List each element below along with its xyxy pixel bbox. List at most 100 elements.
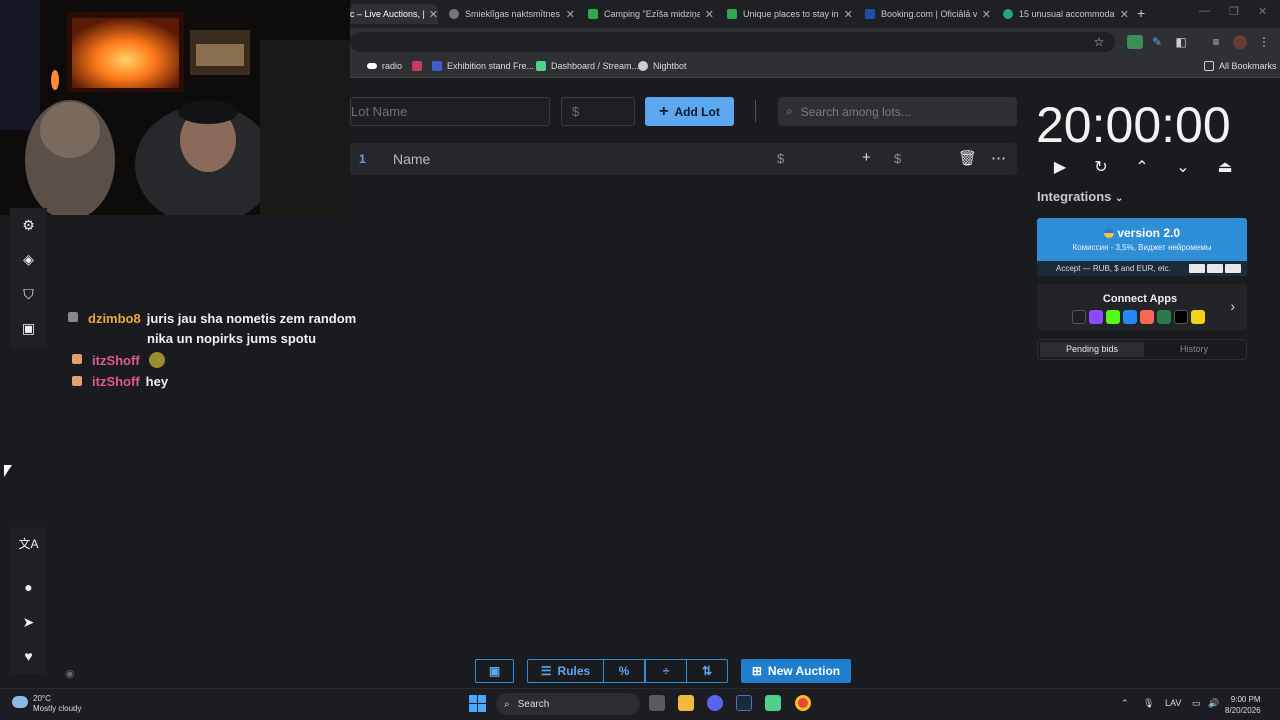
volume-icon[interactable]: 🔊 xyxy=(1208,698,1219,709)
rules-button[interactable]: ☰ Rules xyxy=(527,659,604,683)
telegram-icon[interactable]: ➤ xyxy=(10,614,47,634)
lot-row: 1 Name $ + $ 🗑 ⋯ xyxy=(350,143,1017,175)
close-tab-icon[interactable]: ✕ xyxy=(982,8,991,21)
browser-tab[interactable]: Booking.com | Oficiālā vie ✕ xyxy=(865,4,991,24)
webcam-overlay xyxy=(0,0,350,215)
donation-integration-card[interactable]: version 2.0 Комиссия - 3,5%, Виджет нейр… xyxy=(1037,218,1247,276)
donatepay-icon xyxy=(1140,310,1154,324)
bookmark-nightbot[interactable]: Nightbot xyxy=(638,61,687,71)
language-indicator[interactable]: LAV xyxy=(1165,698,1181,708)
bookmark-label: radio xyxy=(382,61,403,71)
close-tab-icon[interactable]: ✕ xyxy=(566,8,575,21)
translate-extension-icon[interactable]: ✎ xyxy=(1150,35,1164,49)
translate-icon[interactable]: 文A xyxy=(10,535,47,555)
chevron-up-icon[interactable]: ⌃ xyxy=(1132,157,1152,177)
sort-icon[interactable]: ⇅ xyxy=(686,659,728,683)
close-tab-icon[interactable]: ✕ xyxy=(844,8,853,21)
close-window-icon[interactable]: ✕ xyxy=(1258,5,1267,18)
percent-button[interactable]: % xyxy=(603,659,645,683)
bookmark-exhibition[interactable]: Exhibition stand Fre... xyxy=(432,61,534,71)
lot-search-input[interactable]: ⌕ Search among lots... xyxy=(778,97,1017,126)
kick-icon xyxy=(1106,310,1120,324)
chevron-down-icon: ⌄ xyxy=(1115,193,1124,204)
close-tab-icon[interactable]: ✕ xyxy=(705,8,714,21)
weather-desc: Mostly cloudy xyxy=(33,704,82,713)
taskbar-clock[interactable]: 9:00 PM 8/20/2026 xyxy=(1225,694,1261,716)
extension-icon[interactable] xyxy=(1127,35,1143,49)
plus-icon: + xyxy=(659,102,669,120)
minimize-icon[interactable]: — xyxy=(1199,5,1210,17)
network-icon[interactable]: ▭ xyxy=(1192,698,1201,709)
steam-icon[interactable] xyxy=(736,695,752,711)
tab-history[interactable]: History xyxy=(1144,342,1244,357)
tray-chevron-up-icon[interactable]: ⌃ xyxy=(1121,698,1129,709)
trash-icon[interactable]: 🗑 xyxy=(958,149,977,167)
lot-name[interactable]: Name xyxy=(393,151,430,167)
close-tab-icon[interactable]: ✕ xyxy=(1120,8,1129,21)
close-tab-icon[interactable]: ✕ xyxy=(429,8,438,21)
lot-extra-amount[interactable]: $ xyxy=(894,151,901,166)
connect-apps-card[interactable]: Connect Apps › xyxy=(1037,284,1247,330)
3d-icon xyxy=(432,61,442,71)
streamlabs-icon[interactable] xyxy=(765,695,781,711)
tab-pending-bids[interactable]: Pending bids xyxy=(1040,342,1144,357)
all-bookmarks-label: All Bookmarks xyxy=(1219,61,1277,71)
split-icon[interactable]: ÷ xyxy=(645,659,687,683)
radio-icon xyxy=(367,63,377,69)
tab-label: Camping "Ezīša midziņa" xyxy=(604,9,700,19)
streamlabs-icon xyxy=(536,61,546,71)
new-auction-button[interactable]: ⊞ New Auction xyxy=(741,659,851,683)
more-icon[interactable]: ⋯ xyxy=(991,149,1006,167)
all-bookmarks[interactable]: All Bookmarks xyxy=(1204,61,1277,71)
bookmark-dashboard[interactable]: Dashboard / Stream... xyxy=(536,61,639,71)
donation-version: version 2.0 xyxy=(1117,226,1181,240)
bookmark-icon xyxy=(412,61,422,71)
add-amount-icon[interactable]: + xyxy=(862,149,871,166)
add-lot-button[interactable]: + Add Lot xyxy=(645,97,734,126)
chevron-down-icon[interactable]: ⌄ xyxy=(1173,157,1193,177)
eye-icon[interactable]: ◉ xyxy=(65,667,75,680)
profile-avatar[interactable] xyxy=(1233,35,1247,49)
lot-name-input[interactable]: Lot Name xyxy=(350,97,550,126)
browser-tab[interactable]: 15 unusual accommodatio ✕ xyxy=(1003,4,1129,24)
github-icon[interactable]: ● xyxy=(10,579,47,599)
layers-icon[interactable]: ◈ xyxy=(10,251,47,271)
windows-start-icon[interactable] xyxy=(469,695,486,712)
eject-icon[interactable]: ⏏ xyxy=(1215,157,1235,177)
lot-amount-input[interactable]: $ xyxy=(561,97,635,126)
browser-tab[interactable]: Smieklīgas naktsmītnes La ✕ xyxy=(449,4,575,24)
chat-text: hey xyxy=(145,374,169,389)
bookmark-radio[interactable]: radio xyxy=(367,61,402,71)
taskbar-search[interactable]: ⌕ Search xyxy=(496,693,640,715)
task-view-icon[interactable] xyxy=(649,695,665,711)
maximize-icon[interactable]: ❐ xyxy=(1229,5,1239,18)
play-icon[interactable]: ▶ xyxy=(1050,157,1070,177)
browser-tab[interactable]: Camping "Ezīša midziņa" ✕ xyxy=(588,4,714,24)
bookmark-star-icon[interactable]: ☆ xyxy=(1092,35,1106,49)
settings-gear-icon[interactable]: ⚙ xyxy=(10,217,47,237)
integrations-toggle[interactable]: Integrations ⌄ xyxy=(1037,189,1123,204)
browser-tab-live-auctions[interactable]: c – Live Auctions, | ✕ xyxy=(350,4,438,24)
save-icon[interactable]: ▣ xyxy=(475,659,514,683)
video-library-icon[interactable]: ▣ xyxy=(10,320,47,340)
mastercard-icon xyxy=(1225,264,1241,273)
donate-hand-icon[interactable]: ♥ xyxy=(10,648,47,668)
microphone-icon[interactable]: 🎙 xyxy=(1143,698,1154,709)
lot-amount[interactable]: $ xyxy=(777,151,784,166)
browser-menu-icon[interactable]: ⋮ xyxy=(1257,35,1271,49)
gift-badge-icon xyxy=(72,376,82,386)
media-controls-icon[interactable]: ≡ xyxy=(1209,35,1223,49)
weather-temp: 20°C xyxy=(33,694,51,703)
bookmark-item[interactable] xyxy=(412,61,427,71)
discord-icon[interactable] xyxy=(707,695,723,711)
new-tab-button[interactable]: + xyxy=(1137,5,1145,21)
chrome-icon[interactable] xyxy=(795,695,811,711)
chat-username: itzShoff xyxy=(92,353,140,368)
shield-icon[interactable]: ⛉ xyxy=(10,286,47,306)
weather-widget[interactable]: 20°C Mostly cloudy xyxy=(33,694,81,714)
reset-icon[interactable]: ↻ xyxy=(1091,157,1111,177)
browser-tab[interactable]: Unique places to stay in l ✕ xyxy=(727,4,853,24)
file-explorer-icon[interactable] xyxy=(678,695,694,711)
address-bar[interactable] xyxy=(350,32,1115,52)
extensions-puzzle-icon[interactable]: ◧ xyxy=(1174,35,1188,49)
